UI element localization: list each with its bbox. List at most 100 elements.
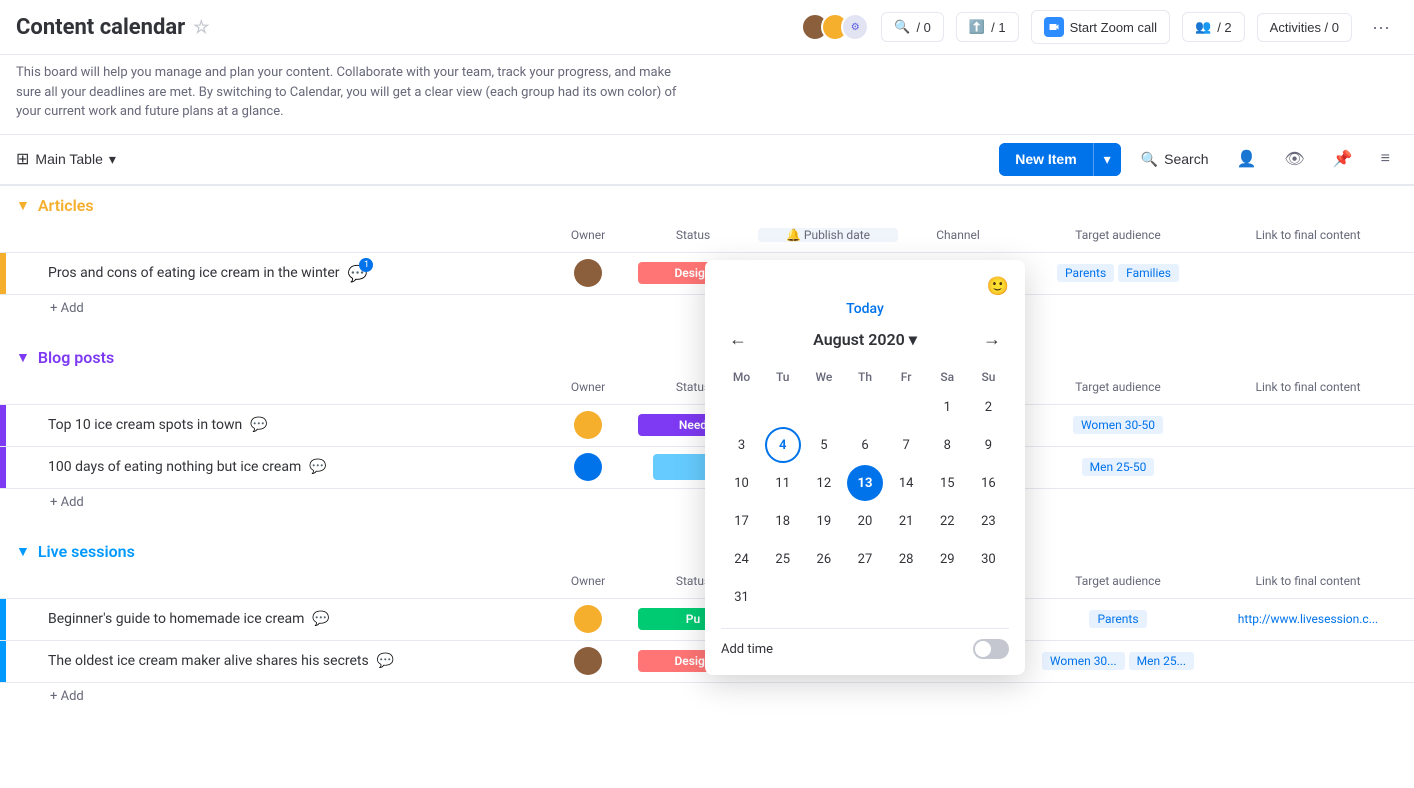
smiley-icon[interactable]: 🙂 <box>721 276 1009 297</box>
calendar-day[interactable]: 6 <box>847 427 883 463</box>
eye-icon-button[interactable]: 👁 <box>1276 145 1312 173</box>
owner-cell <box>548 605 628 633</box>
col-header-owner: Owner <box>548 574 628 588</box>
calendar-day[interactable]: 20 <box>847 503 883 539</box>
audience-tag[interactable]: Men 25... <box>1129 652 1194 670</box>
day-header: We <box>803 366 844 388</box>
prev-month-button[interactable]: ← <box>721 325 755 354</box>
audience-cell: Women 30-50 <box>1018 416 1218 434</box>
calendar-day[interactable]: 15 <box>929 465 965 501</box>
calendar-day[interactable]: 12 <box>806 465 842 501</box>
calendar-day[interactable]: 13 <box>847 465 883 501</box>
link-text: http://www.livesession.c... <box>1238 612 1378 626</box>
calendar-day[interactable]: 16 <box>970 465 1006 501</box>
calendar-day[interactable]: 11 <box>765 465 801 501</box>
today-button[interactable]: Today <box>721 301 1009 317</box>
calendar-day[interactable]: 2 <box>970 389 1006 425</box>
calendar-day[interactable]: 8 <box>929 427 965 463</box>
calendar-day[interactable]: 18 <box>765 503 801 539</box>
group-blog-posts-name[interactable]: Blog posts <box>38 348 114 367</box>
calendar-day[interactable]: 27 <box>847 541 883 577</box>
calendar-day[interactable]: 1 <box>929 389 965 425</box>
like-button[interactable]: 🔍 / 0 <box>881 12 944 42</box>
chat-icon[interactable]: 💬 <box>377 653 394 669</box>
calendar-day <box>806 389 842 425</box>
group-articles-name[interactable]: Articles <box>38 196 94 215</box>
members-button[interactable]: 👥 / 2 <box>1182 12 1245 42</box>
search-button[interactable]: 🔍 Search <box>1133 147 1217 172</box>
zoom-button[interactable]: Start Zoom call <box>1031 10 1170 44</box>
new-item-chevron[interactable]: ▾ <box>1093 143 1121 176</box>
month-title[interactable]: August 2020 ▾ <box>813 330 917 349</box>
day-header: Tu <box>762 366 803 388</box>
calendar-day[interactable]: 26 <box>806 541 842 577</box>
live-sessions-color-bar <box>0 641 6 682</box>
avatar <box>574 259 602 287</box>
update-button[interactable]: ⬆️ / 1 <box>956 12 1019 42</box>
col-header-audience: Target audience <box>1018 228 1218 242</box>
audience-cell: Men 25-50 <box>1018 458 1218 476</box>
calendar-day[interactable]: 19 <box>806 503 842 539</box>
pin-icon-button[interactable]: 📌 <box>1325 145 1361 173</box>
add-time-toggle[interactable] <box>973 639 1009 659</box>
col-header-link: Link to final content <box>1218 574 1398 588</box>
calendar-day[interactable]: 4 <box>765 427 801 463</box>
new-item-button[interactable]: New Item <box>999 143 1092 175</box>
chat-icon[interactable]: 💬 <box>250 417 267 433</box>
group-blog-posts-toggle[interactable]: ▼ <box>16 349 30 365</box>
group-live-sessions-toggle[interactable]: ▼ <box>16 543 30 559</box>
live-sessions-add-row[interactable]: + Add <box>0 683 1414 710</box>
calendar-day[interactable]: 3 <box>724 427 760 463</box>
link-cell[interactable]: http://www.livesession.c... <box>1218 612 1398 626</box>
calendar-day[interactable]: 5 <box>806 427 842 463</box>
day-header: Th <box>844 366 885 388</box>
item-name[interactable]: Top 10 ice cream spots in town 💬 <box>16 417 548 433</box>
filter-icon-button[interactable]: ≡ <box>1373 146 1398 172</box>
next-month-button[interactable]: → <box>975 325 1009 354</box>
owner-cell <box>548 259 628 287</box>
live-sessions-color-bar <box>0 599 6 640</box>
audience-tag[interactable]: Parents <box>1089 610 1146 628</box>
update-count: / 1 <box>991 20 1005 35</box>
audience-tag[interactable]: Women 30-50 <box>1073 416 1163 434</box>
calendar-day[interactable]: 30 <box>970 541 1006 577</box>
person-icon-button[interactable]: 👤 <box>1229 145 1265 173</box>
item-name-text: Beginner's guide to homemade ice cream <box>48 611 304 627</box>
calendar-day[interactable]: 22 <box>929 503 965 539</box>
owner-cell <box>548 411 628 439</box>
item-name[interactable]: Beginner's guide to homemade ice cream 💬 <box>16 611 548 627</box>
audience-tag[interactable]: Men 25-50 <box>1082 458 1155 476</box>
main-table-button[interactable]: ⊞ Main Table ▾ <box>16 149 116 169</box>
group-live-sessions-name[interactable]: Live sessions <box>38 542 135 561</box>
audience-tag[interactable]: Parents <box>1057 264 1114 282</box>
more-options-button[interactable]: ··· <box>1364 13 1398 42</box>
calendar-day <box>806 579 842 615</box>
calendar-day[interactable]: 21 <box>888 503 924 539</box>
chat-icon[interactable]: 💬1 <box>348 264 368 283</box>
chat-icon[interactable]: 💬 <box>312 611 329 627</box>
col-header-channel: Channel <box>898 228 1018 242</box>
calendar-day[interactable]: 10 <box>724 465 760 501</box>
audience-tag[interactable]: Families <box>1118 264 1179 282</box>
chevron-down-icon: ▾ <box>109 151 116 168</box>
item-name[interactable]: The oldest ice cream maker alive shares … <box>16 653 548 669</box>
calendar-day <box>765 579 801 615</box>
item-name[interactable]: 100 days of eating nothing but ice cream… <box>16 459 548 475</box>
calendar-day[interactable]: 9 <box>970 427 1006 463</box>
calendar-day[interactable]: 28 <box>888 541 924 577</box>
avatar-count: ⚙ <box>841 13 869 41</box>
chat-icon[interactable]: 💬 <box>309 459 326 475</box>
audience-tag[interactable]: Women 30... <box>1042 652 1125 670</box>
calendar-day[interactable]: 25 <box>765 541 801 577</box>
calendar-day[interactable]: 14 <box>888 465 924 501</box>
calendar-day[interactable]: 17 <box>724 503 760 539</box>
calendar-day[interactable]: 24 <box>724 541 760 577</box>
activities-button[interactable]: Activities / 0 <box>1257 13 1352 42</box>
calendar-day[interactable]: 31 <box>724 579 760 615</box>
star-icon[interactable]: ☆ <box>193 17 209 38</box>
group-articles-toggle[interactable]: ▼ <box>16 197 30 213</box>
calendar-day[interactable]: 29 <box>929 541 965 577</box>
calendar-day[interactable]: 7 <box>888 427 924 463</box>
calendar-day[interactable]: 23 <box>970 503 1006 539</box>
item-name[interactable]: Pros and cons of eating ice cream in the… <box>16 264 548 283</box>
